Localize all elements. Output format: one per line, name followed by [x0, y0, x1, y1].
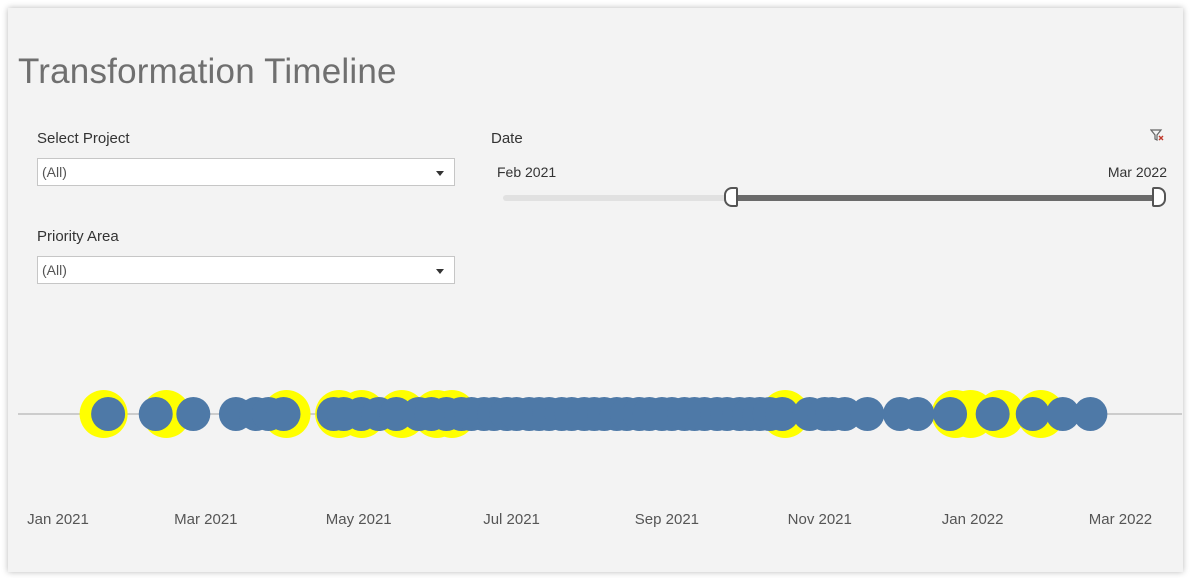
timeline-chart: Jan 2021 Mar 2021 May 2021 Jul 2021 Sep 2021… — [18, 390, 1182, 528]
event-dot[interactable] — [1015, 397, 1050, 431]
event-dot[interactable] — [266, 397, 301, 431]
event-dot[interactable] — [850, 397, 885, 431]
event-dot[interactable] — [91, 397, 126, 431]
event-dot[interactable] — [1073, 397, 1108, 431]
x-axis-tick-labels: Jan 2021 Mar 2021 May 2021 Jul 2021 Sep 2021… — [27, 511, 1152, 528]
event-dot-layer — [91, 397, 1108, 431]
x-tick-label: Jan 2021 — [27, 511, 89, 528]
event-dot[interactable] — [933, 397, 968, 431]
x-tick-label: May 2021 — [326, 511, 392, 528]
event-dot[interactable] — [138, 397, 173, 431]
event-dot[interactable] — [900, 397, 935, 431]
x-tick-label: Mar 2022 — [1089, 511, 1152, 528]
event-dot[interactable] — [176, 397, 211, 431]
x-tick-label: Sep 2021 — [635, 511, 699, 528]
x-tick-label: Jan 2022 — [942, 511, 1004, 528]
x-tick-label: Jul 2021 — [483, 511, 540, 528]
x-tick-label: Nov 2021 — [788, 511, 852, 528]
event-dot[interactable] — [975, 397, 1010, 431]
x-tick-label: Mar 2021 — [174, 511, 237, 528]
